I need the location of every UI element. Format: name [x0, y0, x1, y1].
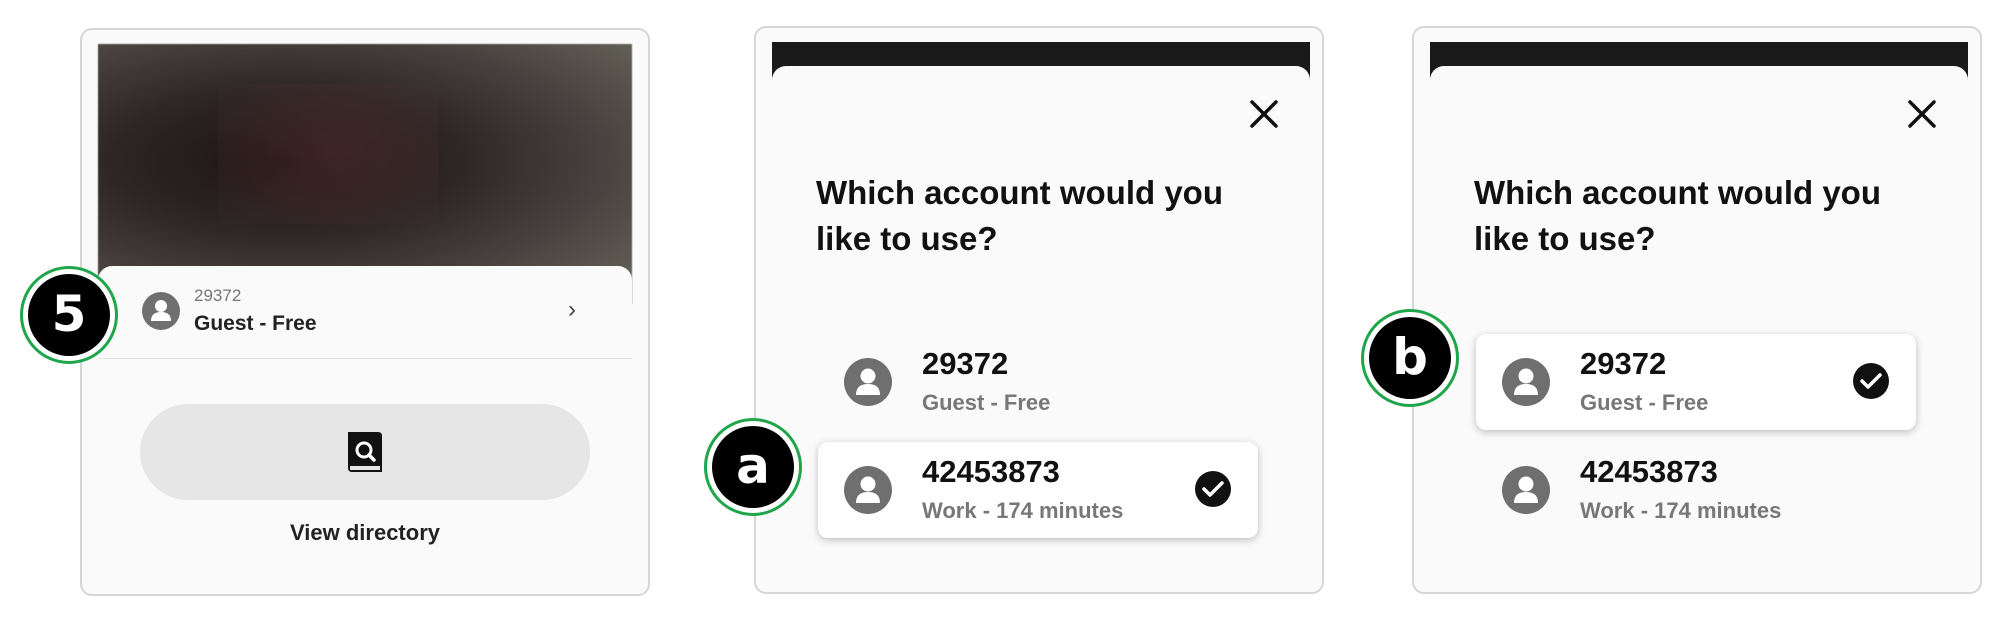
- account-option-selected[interactable]: 42453873 Work - 174 minutes: [818, 442, 1258, 538]
- account-option-selected[interactable]: 29372 Guest - Free: [1476, 334, 1916, 430]
- account-panel-step-5: 29372 Guest - Free › View directory: [80, 28, 650, 596]
- option-account-id: 42453873: [1580, 454, 1718, 489]
- account-plan: Guest - Free: [194, 312, 317, 335]
- account-picker-panel-b: Which account would you like to use? 293…: [1412, 26, 1982, 594]
- option-account-plan: Guest - Free: [922, 390, 1051, 415]
- step-badge-b: b: [1361, 309, 1459, 407]
- option-account-id: 29372: [922, 346, 1009, 381]
- account-question: Which account would you like to use?: [1474, 174, 1881, 257]
- step-label: b: [1369, 317, 1451, 399]
- option-account-plan: Guest - Free: [1580, 390, 1709, 415]
- check-circle-icon: [1853, 363, 1889, 399]
- step-label: 5: [28, 274, 110, 356]
- account-option[interactable]: 29372 Guest - Free: [818, 334, 1258, 430]
- option-account-id: 29372: [1580, 346, 1667, 381]
- close-icon[interactable]: [1246, 96, 1282, 132]
- step-label: a: [712, 426, 794, 508]
- account-sheet: 29372 Guest - Free › View directory: [98, 266, 632, 594]
- option-account-plan: Work - 174 minutes: [1580, 498, 1782, 523]
- step-badge-5: 5: [20, 266, 118, 364]
- check-circle-icon: [1195, 471, 1231, 507]
- blurred-background-photo: [98, 44, 632, 304]
- account-option[interactable]: 42453873 Work - 174 minutes: [1476, 442, 1916, 538]
- current-account-row[interactable]: 29372 Guest - Free ›: [98, 266, 632, 359]
- close-icon[interactable]: [1904, 96, 1940, 132]
- step-badge-a: a: [704, 418, 802, 516]
- user-icon: [844, 358, 892, 406]
- account-picker-sheet: Which account would you like to use? 293…: [1430, 66, 1968, 592]
- user-icon: [1502, 466, 1550, 514]
- chevron-right-icon: ›: [568, 296, 576, 323]
- account-picker-panel-a: Which account would you like to use? 293…: [754, 26, 1324, 594]
- account-id: 29372: [194, 286, 242, 305]
- option-account-plan: Work - 174 minutes: [922, 498, 1124, 523]
- directory-search-icon: [348, 432, 382, 472]
- option-account-id: 42453873: [922, 454, 1060, 489]
- account-question: Which account would you like to use?: [816, 174, 1223, 257]
- view-directory-label[interactable]: View directory: [98, 520, 632, 546]
- user-icon: [142, 292, 180, 330]
- user-icon: [1502, 358, 1550, 406]
- view-directory-button[interactable]: [140, 404, 590, 500]
- user-icon: [844, 466, 892, 514]
- account-picker-sheet: Which account would you like to use? 293…: [772, 66, 1310, 592]
